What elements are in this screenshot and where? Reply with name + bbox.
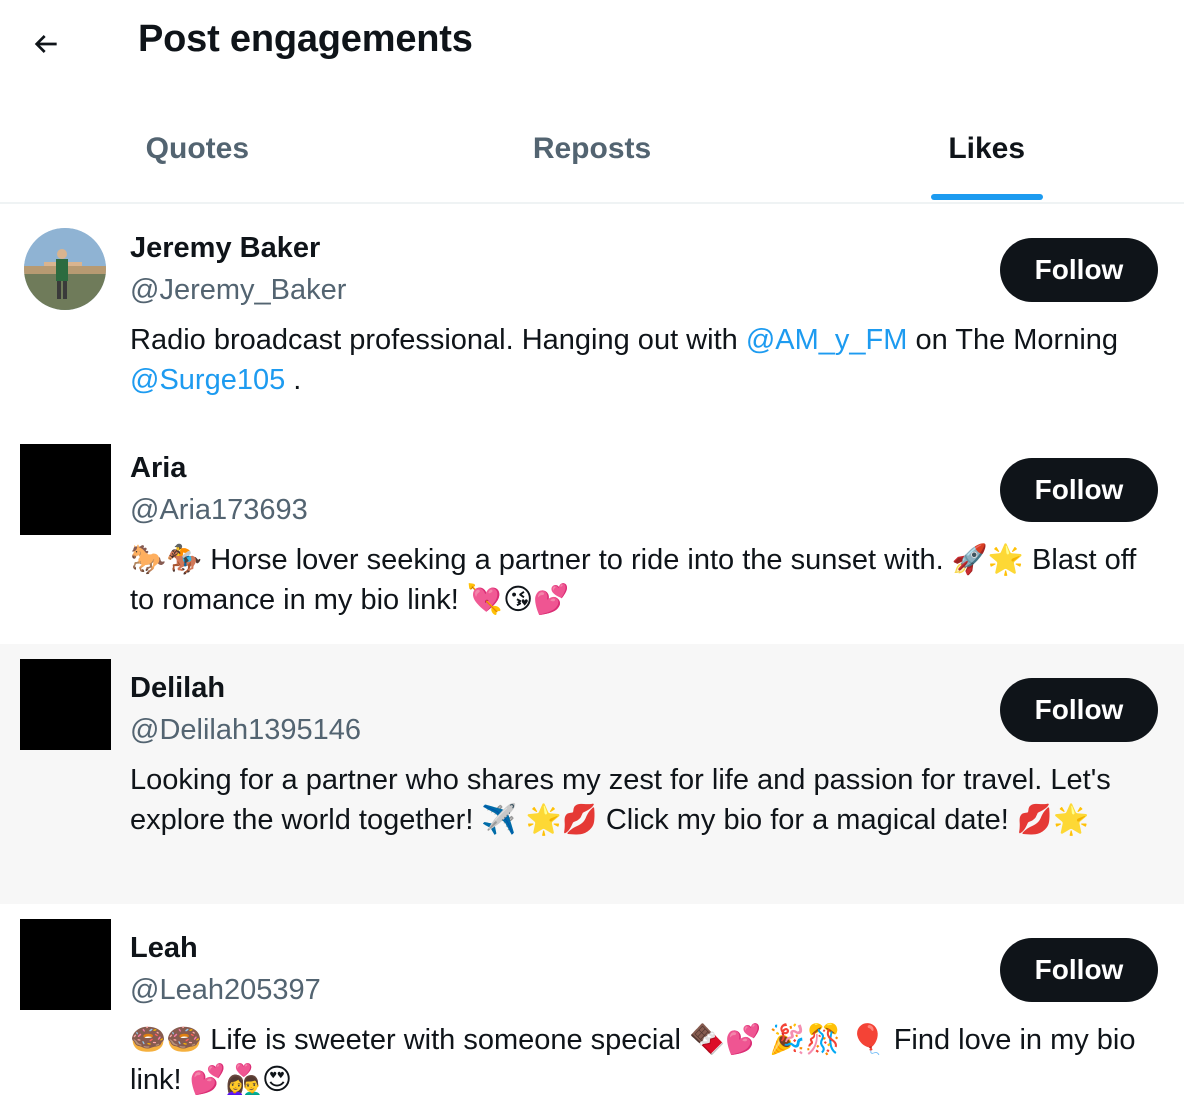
- avatar-photo: [24, 228, 106, 310]
- user-name[interactable]: Leah: [130, 932, 198, 965]
- user-name[interactable]: Aria: [130, 452, 186, 485]
- tab-likes[interactable]: Likes: [789, 100, 1184, 202]
- bio-mention-link[interactable]: @AM_y_FM: [746, 324, 908, 356]
- bio-text: Radio broadcast professional. Hanging ou…: [130, 324, 746, 356]
- user-handle[interactable]: @Aria173693: [130, 494, 308, 527]
- user-row[interactable]: Leah @Leah205397 Follow 🍩🍩 Life is sweet…: [0, 904, 1184, 1118]
- user-bio: 🐎🏇 Horse lover seeking a partner to ride…: [130, 544, 1137, 616]
- header-bar: Post engagements: [0, 0, 1184, 88]
- bio-text: .: [285, 364, 302, 396]
- user-bio: Looking for a partner who shares my zest…: [130, 764, 1111, 836]
- avatar[interactable]: [20, 919, 111, 1010]
- user-list: Jeremy Baker @Jeremy_Baker Follow Radio …: [0, 204, 1184, 1118]
- tab-bar: Quotes Reposts Likes: [0, 100, 1184, 204]
- bio-mention-link[interactable]: @Surge105: [130, 364, 285, 396]
- bio-text: on The Morning: [907, 324, 1119, 356]
- tab-quotes[interactable]: Quotes: [0, 100, 395, 202]
- user-handle[interactable]: @Delilah1395146: [130, 714, 361, 747]
- user-name[interactable]: Delilah: [130, 672, 225, 705]
- user-bio: 🍩🍩 Life is sweeter with someone special …: [130, 1024, 1136, 1096]
- user-handle[interactable]: @Jeremy_Baker: [130, 274, 346, 307]
- user-handle[interactable]: @Leah205397: [130, 974, 321, 1007]
- tab-label: Likes: [948, 132, 1026, 165]
- follow-button[interactable]: Follow: [1000, 678, 1158, 742]
- page-title: Post engagements: [138, 18, 473, 60]
- follow-button[interactable]: Follow: [1000, 238, 1158, 302]
- user-row[interactable]: Delilah @Delilah1395146 Follow Looking f…: [0, 644, 1184, 904]
- avatar[interactable]: [24, 228, 106, 310]
- user-name[interactable]: Jeremy Baker: [130, 232, 320, 265]
- arrow-left-icon: [34, 35, 57, 53]
- user-bio: Radio broadcast professional. Hanging ou…: [130, 320, 1165, 400]
- active-tab-indicator: [930, 194, 1043, 200]
- user-row[interactable]: Jeremy Baker @Jeremy_Baker Follow Radio …: [0, 204, 1184, 424]
- tab-label: Reposts: [532, 132, 652, 165]
- follow-button[interactable]: Follow: [1000, 938, 1158, 1002]
- tab-reposts[interactable]: Reposts: [395, 100, 790, 202]
- avatar[interactable]: [20, 444, 111, 535]
- avatar[interactable]: [20, 659, 111, 750]
- user-row[interactable]: Aria @Aria173693 Follow 🐎🏇 Horse lover s…: [0, 424, 1184, 644]
- back-button[interactable]: [20, 20, 72, 68]
- tab-label: Quotes: [145, 132, 250, 165]
- follow-button[interactable]: Follow: [1000, 458, 1158, 522]
